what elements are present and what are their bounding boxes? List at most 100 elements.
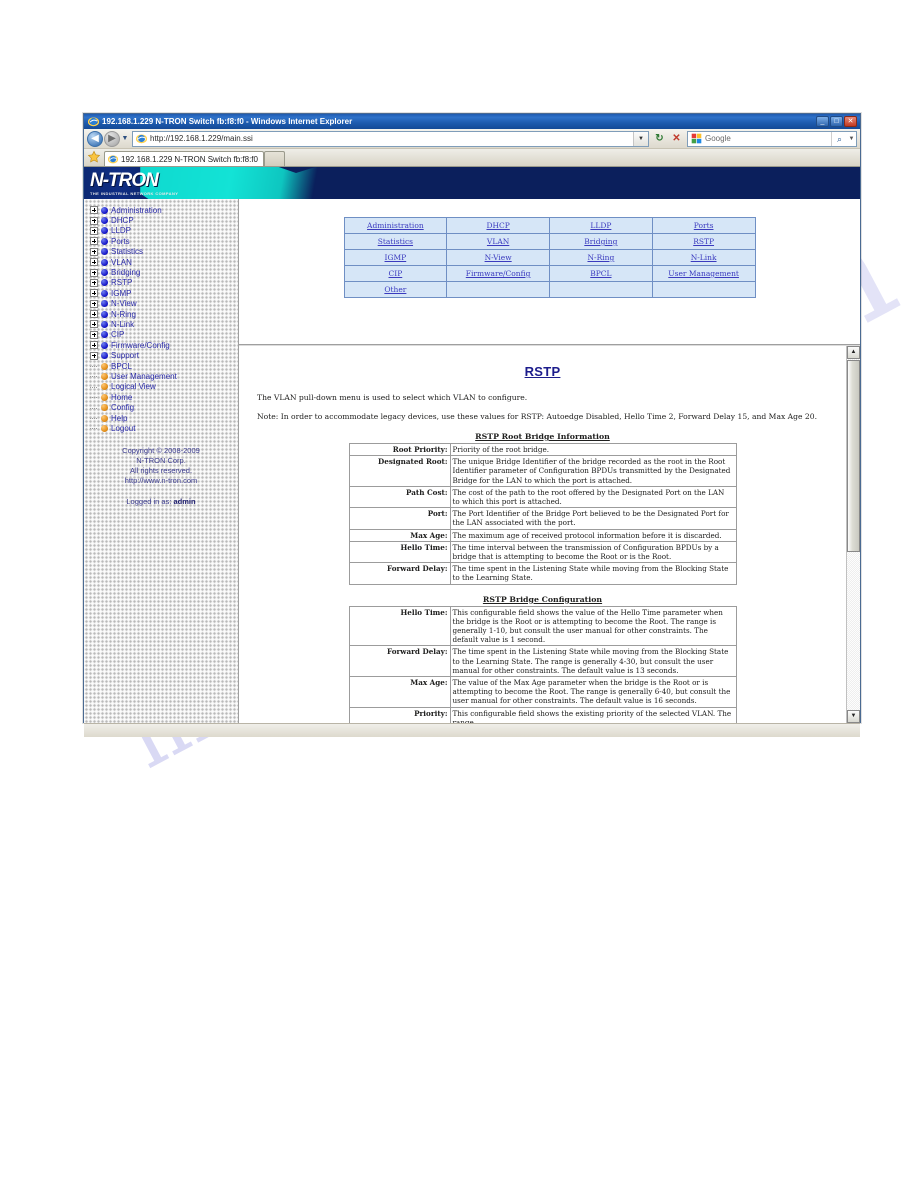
sidebar-item-home[interactable]: Home xyxy=(90,392,238,402)
quick-link-cell[interactable]: Firmware/Config xyxy=(446,265,550,282)
expand-plus-icon[interactable] xyxy=(90,268,98,277)
quick-link-cell[interactable]: Statistics xyxy=(343,233,448,250)
search-icon[interactable]: ⌕ xyxy=(831,131,847,146)
expand-plus-icon[interactable] xyxy=(90,226,98,235)
expand-plus-icon[interactable] xyxy=(90,351,98,360)
sidebar-item-n-view[interactable]: N-View xyxy=(90,299,238,309)
quick-link-cip[interactable]: CIP xyxy=(389,269,403,278)
sidebar-item-label: VLAN xyxy=(111,257,132,267)
quick-link-cell[interactable]: User Management xyxy=(651,265,756,282)
sidebar-item-statistics[interactable]: Statistics xyxy=(90,247,238,257)
sidebar-item-n-ring[interactable]: N-Ring xyxy=(90,309,238,319)
sidebar-item-administration[interactable]: Administration xyxy=(90,205,238,215)
expand-plus-icon[interactable] xyxy=(90,258,98,267)
sidebar-item-ports[interactable]: Ports xyxy=(90,236,238,246)
stop-button[interactable]: ✕ xyxy=(668,131,685,147)
expand-plus-icon[interactable] xyxy=(90,310,98,319)
expand-plus-icon[interactable] xyxy=(90,206,98,215)
quick-link-vlan[interactable]: VLAN xyxy=(487,237,509,246)
forward-button[interactable]: ▶ xyxy=(104,130,120,147)
quick-link-n-link[interactable]: N-Link xyxy=(691,253,717,262)
quick-link-bpcl[interactable]: BPCL xyxy=(590,269,611,278)
sidebar-item-support[interactable]: Support xyxy=(90,350,238,360)
sidebar-item-cip[interactable]: CIP xyxy=(90,330,238,340)
quick-link-other[interactable]: Other xyxy=(384,285,406,294)
quick-link-cell[interactable]: N-View xyxy=(446,249,550,266)
quick-link-rstp[interactable]: RSTP xyxy=(693,237,714,246)
scroll-up-icon[interactable]: ▲ xyxy=(847,346,860,359)
search-box[interactable]: Google ⌕ ▼ xyxy=(687,130,857,147)
quick-link-n-view[interactable]: N-View xyxy=(485,253,512,262)
quick-link-cell[interactable]: VLAN xyxy=(446,233,550,250)
expand-plus-icon[interactable] xyxy=(90,299,98,308)
definition-description: The time spent in the Listening State wh… xyxy=(449,645,737,678)
address-input[interactable]: http://192.168.1.229/main.ssi xyxy=(150,134,633,143)
sidebar-item-config[interactable]: Config xyxy=(90,402,238,412)
sidebar-item-vlan[interactable]: VLAN xyxy=(90,257,238,267)
sidebar-item-igmp[interactable]: IGMP xyxy=(90,288,238,298)
document-scrollbar[interactable]: ▲ ▼ xyxy=(846,346,860,723)
sidebar-item-n-link[interactable]: N-Link xyxy=(90,319,238,329)
expand-plus-icon[interactable] xyxy=(90,216,98,225)
scrollbar-thumb[interactable] xyxy=(847,360,860,552)
history-dropdown-icon[interactable]: ▼ xyxy=(120,135,130,142)
quick-link-cell[interactable]: Bridging xyxy=(549,233,653,250)
quick-link-cell[interactable]: N-Link xyxy=(651,249,756,266)
quick-links-row: IGMP N-View N-Ring N-Link xyxy=(343,249,756,266)
sidebar-item-bpcl[interactable]: BPCL xyxy=(90,361,238,371)
quick-link-cell[interactable]: BPCL xyxy=(549,265,653,282)
definition-term: Path Cost: xyxy=(348,485,451,509)
quick-link-cell[interactable]: Other xyxy=(343,281,448,298)
quick-link-cell[interactable]: DHCP xyxy=(446,217,550,234)
quick-link-firmware-config[interactable]: Firmware/Config xyxy=(466,269,531,278)
sidebar-item-dhcp[interactable]: DHCP xyxy=(90,215,238,225)
quick-link-cell[interactable]: N-Ring xyxy=(549,249,653,266)
search-dropdown-icon[interactable]: ▼ xyxy=(847,132,856,146)
google-icon xyxy=(691,133,702,144)
favorites-star-icon[interactable] xyxy=(87,150,101,164)
expand-plus-icon[interactable] xyxy=(90,330,98,339)
sidebar-item-firmware-config[interactable]: Firmware/Config xyxy=(90,340,238,350)
sidebar-item-help[interactable]: Help xyxy=(90,413,238,423)
quick-link-ports[interactable]: Ports xyxy=(694,221,714,230)
quick-link-cell[interactable]: LLDP xyxy=(549,217,653,234)
expand-plus-icon[interactable] xyxy=(90,237,98,246)
address-dropdown-icon[interactable]: ▼ xyxy=(633,131,648,146)
quick-link-igmp[interactable]: IGMP xyxy=(385,253,407,262)
quick-link-dhcp[interactable]: DHCP xyxy=(486,221,509,230)
sidebar-item-logout[interactable]: Logout xyxy=(90,423,238,433)
quick-link-user-management[interactable]: User Management xyxy=(668,269,739,278)
copyright-url[interactable]: http://www.n-tron.com xyxy=(90,476,232,486)
search-input[interactable]: Google xyxy=(705,134,831,143)
expand-plus-icon[interactable] xyxy=(90,278,98,287)
browser-tab-active[interactable]: 192.168.1.229 N-TRON Switch fb:f8:f0 xyxy=(104,151,264,166)
quick-link-cell[interactable]: Ports xyxy=(651,217,756,234)
scroll-down-icon[interactable]: ▼ xyxy=(847,710,860,723)
ntron-logo[interactable]: N-TRON THE INDUSTRIAL NETWORK COMPANY xyxy=(90,171,178,196)
sidebar-item-lldp[interactable]: LLDP xyxy=(90,226,238,236)
sidebar-item-user-management[interactable]: User Management xyxy=(90,371,238,381)
quick-link-administration[interactable]: Administration xyxy=(367,221,424,230)
sidebar-item-rstp[interactable]: RSTP xyxy=(90,278,238,288)
close-button[interactable]: ✕ xyxy=(844,116,857,127)
sidebar-item-logical-view[interactable]: Logical View xyxy=(90,382,238,392)
quick-link-n-ring[interactable]: N-Ring xyxy=(587,253,614,262)
refresh-button[interactable]: ↻ xyxy=(651,131,668,147)
maximize-button[interactable]: □ xyxy=(830,116,843,127)
quick-link-lldp[interactable]: LLDP xyxy=(590,221,611,230)
expand-plus-icon[interactable] xyxy=(90,341,98,350)
quick-link-cell[interactable]: CIP xyxy=(343,265,448,282)
quick-link-cell[interactable]: Administration xyxy=(343,217,448,234)
expand-plus-icon[interactable] xyxy=(90,247,98,256)
back-button[interactable]: ◀ xyxy=(87,130,103,147)
quick-link-bridging[interactable]: Bridging xyxy=(584,237,617,246)
expand-plus-icon[interactable] xyxy=(90,320,98,329)
quick-link-statistics[interactable]: Statistics xyxy=(378,237,413,246)
quick-link-cell[interactable]: IGMP xyxy=(343,249,448,266)
sidebar-item-bridging[interactable]: Bridging xyxy=(90,267,238,277)
minimize-button[interactable]: _ xyxy=(816,116,829,127)
quick-link-cell[interactable]: RSTP xyxy=(651,233,756,250)
new-tab-button[interactable] xyxy=(263,151,285,166)
address-bar[interactable]: http://192.168.1.229/main.ssi ▼ xyxy=(132,130,649,147)
expand-plus-icon[interactable] xyxy=(90,289,98,298)
